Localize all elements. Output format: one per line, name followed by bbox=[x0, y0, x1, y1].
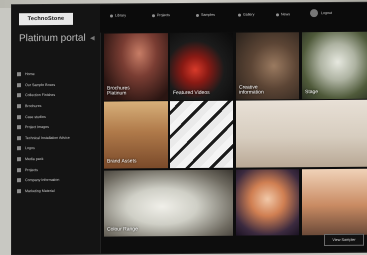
brand-logo[interactable]: TechnoStone bbox=[19, 12, 73, 26]
sidebar-item-label: Marketing Material bbox=[25, 188, 55, 193]
box-icon bbox=[17, 83, 21, 88]
grid-icon bbox=[17, 167, 21, 172]
tile-kitchen[interactable] bbox=[236, 169, 299, 236]
nav-item-label: Projects bbox=[157, 13, 170, 18]
sidebar-item-label: Collection Finishes bbox=[25, 93, 56, 98]
logo-icon bbox=[17, 146, 21, 151]
wrench-icon bbox=[17, 136, 21, 141]
sidebar-item-collection-finishes[interactable]: Collection Finishes bbox=[16, 90, 98, 101]
sidebar-item-label: Company Information bbox=[25, 178, 60, 183]
sidebar-item-projects[interactable]: Projects bbox=[16, 164, 98, 175]
sidebar-menu: Home Our Sample Boxes Collection Finishe… bbox=[16, 69, 98, 197]
sidebar-item-brochures[interactable]: Brochures bbox=[16, 100, 98, 111]
sidebar-item-label: Media pack bbox=[25, 157, 44, 162]
portal-title: Platinum portal bbox=[19, 32, 86, 45]
sidebar-item-label: Logos bbox=[25, 146, 35, 151]
tile-brochures[interactable]: Brochures Platinum bbox=[104, 33, 168, 101]
sidebar-item-home[interactable]: Home bbox=[16, 69, 98, 80]
tile-caption: Colour Range bbox=[107, 226, 138, 233]
samples-icon bbox=[196, 13, 199, 17]
info-icon bbox=[17, 178, 21, 183]
tile-creative-information[interactable]: Creative information bbox=[236, 32, 299, 100]
nav-item-gallery[interactable]: Gallery bbox=[238, 13, 254, 17]
sidebar-item-case-studies[interactable]: Case studies bbox=[16, 111, 98, 122]
projects-icon bbox=[152, 13, 155, 17]
view-sampler-button[interactable]: View Sampler bbox=[324, 233, 364, 247]
nav-item-projects[interactable]: Projects bbox=[152, 13, 170, 17]
top-navigation: Library Projects Samples Gallery News Lo… bbox=[100, 2, 367, 33]
tile-showroom[interactable] bbox=[236, 99, 367, 168]
megaphone-icon bbox=[17, 189, 21, 194]
nav-item-label: News bbox=[281, 12, 290, 17]
tile-caption: Brand Assets bbox=[107, 158, 137, 165]
nav-item-label: Library bbox=[115, 13, 126, 18]
nav-item-news[interactable]: News bbox=[276, 12, 290, 16]
tile-caption: Creative information bbox=[239, 84, 264, 97]
home-icon bbox=[17, 72, 21, 77]
user-menu[interactable]: Logout bbox=[310, 8, 340, 18]
image-icon bbox=[17, 125, 21, 130]
tile-stage[interactable]: Stage bbox=[302, 31, 367, 100]
tile-caption: Brochures Platinum bbox=[107, 85, 130, 97]
tile-brand-assets[interactable]: Brand Assets bbox=[104, 101, 168, 169]
tile-interior[interactable] bbox=[302, 168, 367, 236]
nav-item-samples[interactable]: Samples bbox=[196, 13, 215, 17]
tile-caption: Stage bbox=[305, 89, 319, 96]
news-icon bbox=[276, 12, 279, 16]
nav-item-label: Gallery bbox=[243, 12, 255, 17]
sidebar-item-company-information[interactable]: Company Information bbox=[16, 175, 98, 186]
sidebar-item-label: Project Images bbox=[25, 125, 49, 130]
app-window: TechnoStone Platinum portal ◀ Home Our S… bbox=[12, 2, 367, 255]
folder-icon bbox=[17, 157, 21, 162]
sidebar-item-label: Case studies bbox=[25, 114, 46, 119]
nav-item-label: Samples bbox=[201, 12, 215, 17]
document-icon bbox=[17, 114, 21, 119]
user-menu-label: Logout bbox=[321, 11, 332, 16]
tile-colour-range[interactable]: Colour Range bbox=[104, 169, 233, 237]
sidebar-item-label: Projects bbox=[25, 167, 38, 172]
tile-featured-videos[interactable]: Featured Videos bbox=[170, 32, 233, 101]
nav-item-library[interactable]: Library bbox=[110, 13, 126, 18]
book-icon bbox=[17, 104, 21, 109]
gallery-icon bbox=[238, 13, 241, 17]
sidebar-item-logos[interactable]: Logos bbox=[16, 143, 98, 154]
collapse-arrow-icon[interactable]: ◀ bbox=[90, 35, 95, 42]
sidebar-item-project-images[interactable]: Project Images bbox=[16, 122, 98, 133]
library-icon bbox=[110, 14, 113, 18]
sidebar: TechnoStone Platinum portal ◀ Home Our S… bbox=[12, 4, 101, 255]
tile-pattern[interactable] bbox=[170, 100, 233, 169]
sidebar-item-sample-boxes[interactable]: Our Sample Boxes bbox=[16, 79, 98, 90]
palette-icon bbox=[17, 93, 21, 98]
sidebar-item-label: Our Sample Boxes bbox=[25, 82, 56, 88]
sidebar-item-technical-advice[interactable]: Technical Installation Advice bbox=[16, 132, 98, 143]
sidebar-item-media-pack[interactable]: Media pack bbox=[16, 153, 98, 164]
sidebar-item-label: Technical Installation Advice bbox=[25, 135, 70, 141]
avatar bbox=[310, 9, 318, 18]
sidebar-item-marketing-material[interactable]: Marketing Material bbox=[16, 185, 98, 196]
tile-caption: Featured Videos bbox=[173, 90, 210, 97]
sidebar-item-label: Home bbox=[25, 72, 35, 77]
sidebar-item-label: Brochures bbox=[25, 104, 42, 109]
